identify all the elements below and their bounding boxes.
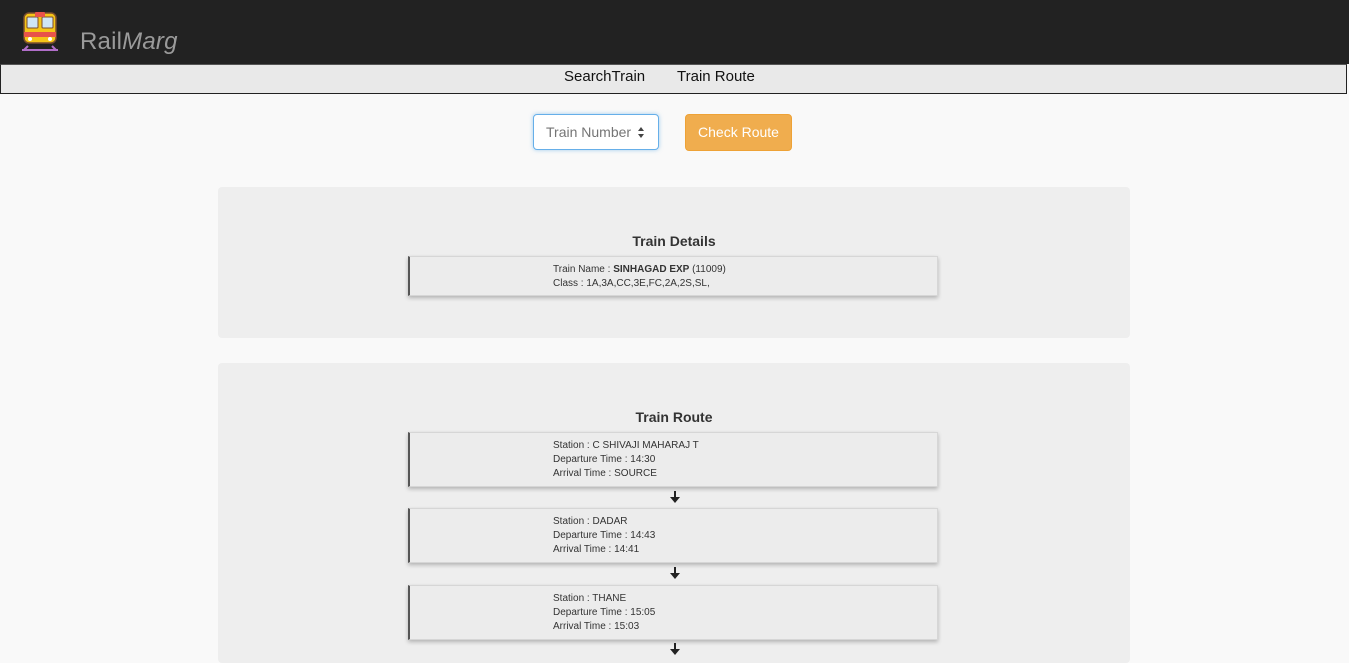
train-class-value: 1A,3A,CC,3E,FC,2A,2S,SL,	[586, 278, 710, 289]
station-name: Station : THANE	[553, 593, 627, 604]
arrival-time: Arrival Time : 15:03	[553, 621, 640, 632]
nav-item-train-route[interactable]: Train Route	[677, 68, 755, 85]
arrival-time: Arrival Time : SOURCE	[553, 468, 657, 479]
train-name-label: Train Name :	[553, 264, 614, 275]
departure-time: Departure Time : 15:05	[553, 607, 656, 618]
check-route-button[interactable]: Check Route	[685, 114, 792, 151]
train-name-value: SINHAGAD EXP	[613, 264, 690, 275]
brand-main: Rail	[80, 28, 123, 55]
brand-name[interactable]: RailMarg	[80, 28, 178, 56]
route-stop-card: Station : THANE Departure Time : 15:05 A…	[408, 585, 938, 640]
train-details-card: Train Name : SINHAGAD EXP (11009) Class …	[408, 256, 938, 296]
train-class-label: Class :	[553, 278, 587, 289]
route-stop-card: Station : DADAR Departure Time : 14:43 A…	[408, 508, 938, 563]
station-name: Station : C SHIVAJI MAHARAJ T	[553, 440, 699, 451]
train-name-line: Train Name : SINHAGAD EXP (11009)	[553, 263, 726, 277]
nav-bar: SearchTrain Train Route	[0, 64, 1347, 94]
nav-item-search-train[interactable]: SearchTrain	[564, 68, 645, 85]
route-stop-card: Station : C SHIVAJI MAHARAJ T Departure …	[408, 432, 938, 487]
number-spinner-icon[interactable]	[636, 124, 646, 140]
train-class-line: Class : 1A,3A,CC,3E,FC,2A,2S,SL,	[553, 277, 726, 291]
brand-italic: Marg	[122, 28, 178, 55]
train-details-panel: Train Details Train Name : SINHAGAD EXP …	[218, 187, 1130, 338]
arrow-down-icon	[670, 567, 680, 579]
arrival-time: Arrival Time : 14:41	[553, 544, 640, 555]
station-name: Station : DADAR	[553, 516, 628, 527]
train-number-value: (11009)	[689, 264, 726, 275]
train-route-panel: Train Route Station : C SHIVAJI MAHARAJ …	[218, 363, 1130, 663]
departure-time: Departure Time : 14:30	[553, 454, 656, 465]
train-icon[interactable]	[18, 10, 62, 52]
departure-time: Departure Time : 14:43	[553, 530, 656, 541]
top-bar: RailMarg	[0, 0, 1349, 64]
train-details-title: Train Details	[632, 233, 716, 249]
arrow-down-icon	[670, 491, 680, 503]
train-route-title: Train Route	[635, 409, 713, 425]
arrow-down-icon	[670, 643, 680, 655]
